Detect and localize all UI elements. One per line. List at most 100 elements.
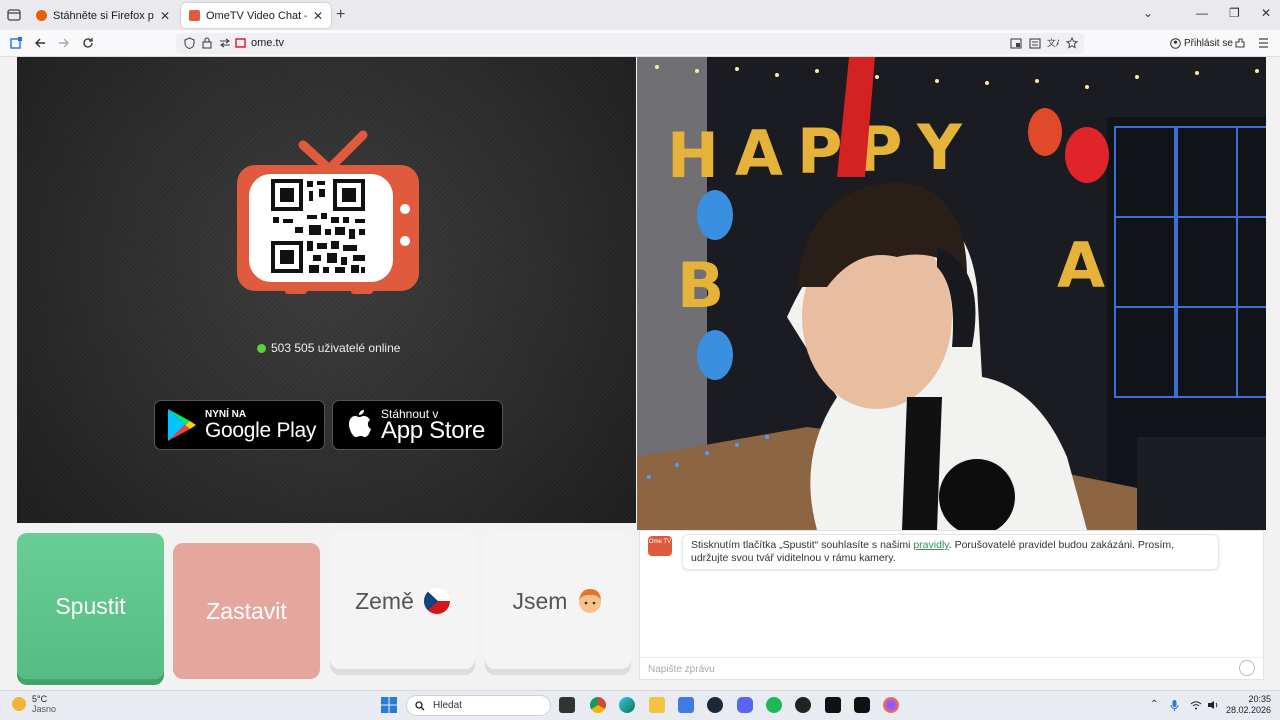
chrome-icon[interactable] (590, 697, 606, 713)
account-icon (1170, 38, 1181, 49)
tab-list-icon[interactable] (6, 7, 22, 23)
svg-text:Y: Y (916, 111, 963, 184)
sidebar-icon[interactable] (10, 36, 23, 49)
message-input[interactable]: Napište zprávu (640, 657, 1263, 679)
forward-icon[interactable] (58, 37, 70, 49)
system-message: Stisknutím tlačítka „Spustit“ souhlasíte… (682, 534, 1219, 570)
google-play-small-text: NYNÍ NA (205, 408, 247, 420)
stop-label: Zastavit (206, 597, 287, 624)
taskbar-search[interactable]: Hledat (406, 695, 551, 716)
maximize-button[interactable]: ❐ (1229, 6, 1240, 20)
navigation-bar: ome.tv 文A Přihlásit se (0, 30, 1280, 57)
menu-icon[interactable] (1258, 38, 1269, 48)
reader-view-icon[interactable] (1029, 38, 1041, 49)
gender-label: Jsem (512, 587, 568, 614)
tiktok-icon[interactable] (854, 697, 870, 713)
online-count-text: 503 505 uživatelé online (271, 341, 401, 355)
date-text: 28.02.2026 (1226, 705, 1272, 715)
close-window-button[interactable]: ✕ (1261, 6, 1271, 20)
volume-icon[interactable] (1207, 700, 1219, 710)
ometv-favicon-icon (189, 10, 200, 21)
tray-chevron-icon[interactable]: ⌃ (1150, 699, 1158, 710)
tab-firefox-android[interactable]: Stáhněte si Firefox pro Android ✕ (28, 3, 178, 28)
country-select-button[interactable]: Země (330, 533, 475, 669)
country-label: Země (355, 587, 414, 614)
page-scrollbar[interactable] (1266, 57, 1280, 690)
back-icon[interactable] (34, 37, 46, 49)
shield-icon[interactable] (184, 37, 195, 49)
search-placeholder: Hledat (433, 700, 462, 711)
picture-in-picture-icon[interactable] (1010, 38, 1022, 49)
webcam-image: HAPPY BA (637, 57, 1280, 530)
new-tab-button[interactable]: + (336, 6, 345, 24)
start-button[interactable]: Spustit (17, 533, 164, 679)
file-explorer-icon[interactable] (649, 697, 665, 713)
app-store-badge[interactable]: Stáhnout v App Store (332, 400, 503, 450)
firefox-icon (36, 10, 47, 21)
svg-text:P: P (797, 115, 842, 188)
svg-text:A: A (735, 117, 783, 190)
google-play-badge[interactable]: NYNÍ NA Google Play (154, 400, 325, 450)
moon-icon (12, 697, 26, 711)
gender-select-button[interactable]: Jsem (485, 533, 631, 669)
rules-link[interactable]: pravidly (913, 539, 948, 551)
emoji-icon[interactable] (1239, 660, 1255, 676)
tab-ometv[interactable]: OmeTV Video Chat — Ome ✕ (181, 3, 331, 28)
permissions-icon[interactable] (219, 38, 231, 48)
wifi-icon[interactable] (1190, 700, 1202, 710)
online-status-icon (257, 343, 266, 353)
svg-text:文A: 文A (1047, 37, 1059, 49)
ometv-logo-icon: Ome TV (648, 536, 672, 556)
edge-icon[interactable] (619, 697, 635, 713)
close-tab-icon[interactable]: ✕ (313, 9, 323, 23)
online-counter: 503 505 uživatelé online (257, 341, 400, 355)
reload-icon[interactable] (82, 37, 94, 49)
url-bar[interactable]: ome.tv (176, 33, 1084, 54)
time-text: 20:35 (1248, 694, 1272, 704)
camera-sharing-icon[interactable] (235, 38, 246, 48)
tab-title: OmeTV Video Chat — Ome (206, 9, 307, 22)
microphone-icon[interactable] (1170, 699, 1179, 712)
lock-icon[interactable] (202, 37, 212, 49)
app-icon[interactable] (795, 697, 811, 713)
czech-flag-icon (423, 588, 450, 614)
weather-widget[interactable]: 5°C Jasno (12, 694, 56, 714)
partner-video-placeholder: 503 505 uživatelé online NYNÍ NA Google … (17, 57, 636, 523)
windows-taskbar: 5°C Jasno Hledat ⌃ 20:35 28.02.2026 (0, 690, 1280, 720)
self-webcam-video: HAPPY BA (637, 57, 1280, 530)
tab-title: Stáhněte si Firefox pro Android (53, 9, 154, 22)
qr-tv-icon (237, 130, 419, 294)
ometv-logo-text: Ome TV (648, 539, 672, 545)
url-text: ome.tv (251, 37, 285, 49)
temperature-text: 5°C (32, 694, 48, 704)
close-tab-icon[interactable]: ✕ (160, 9, 170, 23)
google-play-icon (168, 409, 196, 441)
windows-start-icon[interactable] (381, 697, 397, 713)
spotify-icon[interactable] (766, 697, 782, 713)
task-view-icon[interactable] (559, 697, 575, 713)
sign-in-button[interactable]: Přihlásit se (1166, 34, 1237, 53)
chat-panel: Ome TV Stisknutím tlačítka „Spustit“ sou… (639, 530, 1264, 680)
tab-bar: Stáhněte si Firefox pro Android ✕ OmeTV … (0, 0, 1280, 30)
extensions-icon[interactable] (1234, 37, 1246, 49)
minimize-button[interactable]: — (1196, 6, 1208, 20)
weather-text: Jasno (32, 704, 57, 714)
start-label: Spustit (55, 592, 126, 619)
firefox-taskbar-icon[interactable] (883, 697, 899, 713)
translate-icon[interactable]: 文A (1047, 37, 1059, 49)
boy-avatar-icon (579, 589, 602, 613)
notepad-icon[interactable] (678, 697, 694, 713)
steam-icon[interactable] (707, 697, 723, 713)
discord-icon[interactable] (737, 697, 753, 713)
svg-text:A: A (1057, 229, 1105, 302)
capcut-icon[interactable] (825, 697, 841, 713)
svg-text:H: H (667, 119, 719, 192)
message-text-before: Stisknutím tlačítka „Spustit“ souhlasíte… (691, 539, 914, 551)
list-all-tabs-icon[interactable]: ⌄ (1143, 6, 1153, 20)
stop-button[interactable]: Zastavit (173, 543, 320, 679)
taskbar-clock[interactable]: 20:35 28.02.2026 (1226, 694, 1271, 716)
search-icon (415, 700, 425, 710)
bookmark-star-icon[interactable] (1066, 37, 1078, 49)
ometv-page: 503 505 uživatelé online NYNÍ NA Google … (0, 57, 1280, 690)
apple-icon (349, 410, 371, 437)
